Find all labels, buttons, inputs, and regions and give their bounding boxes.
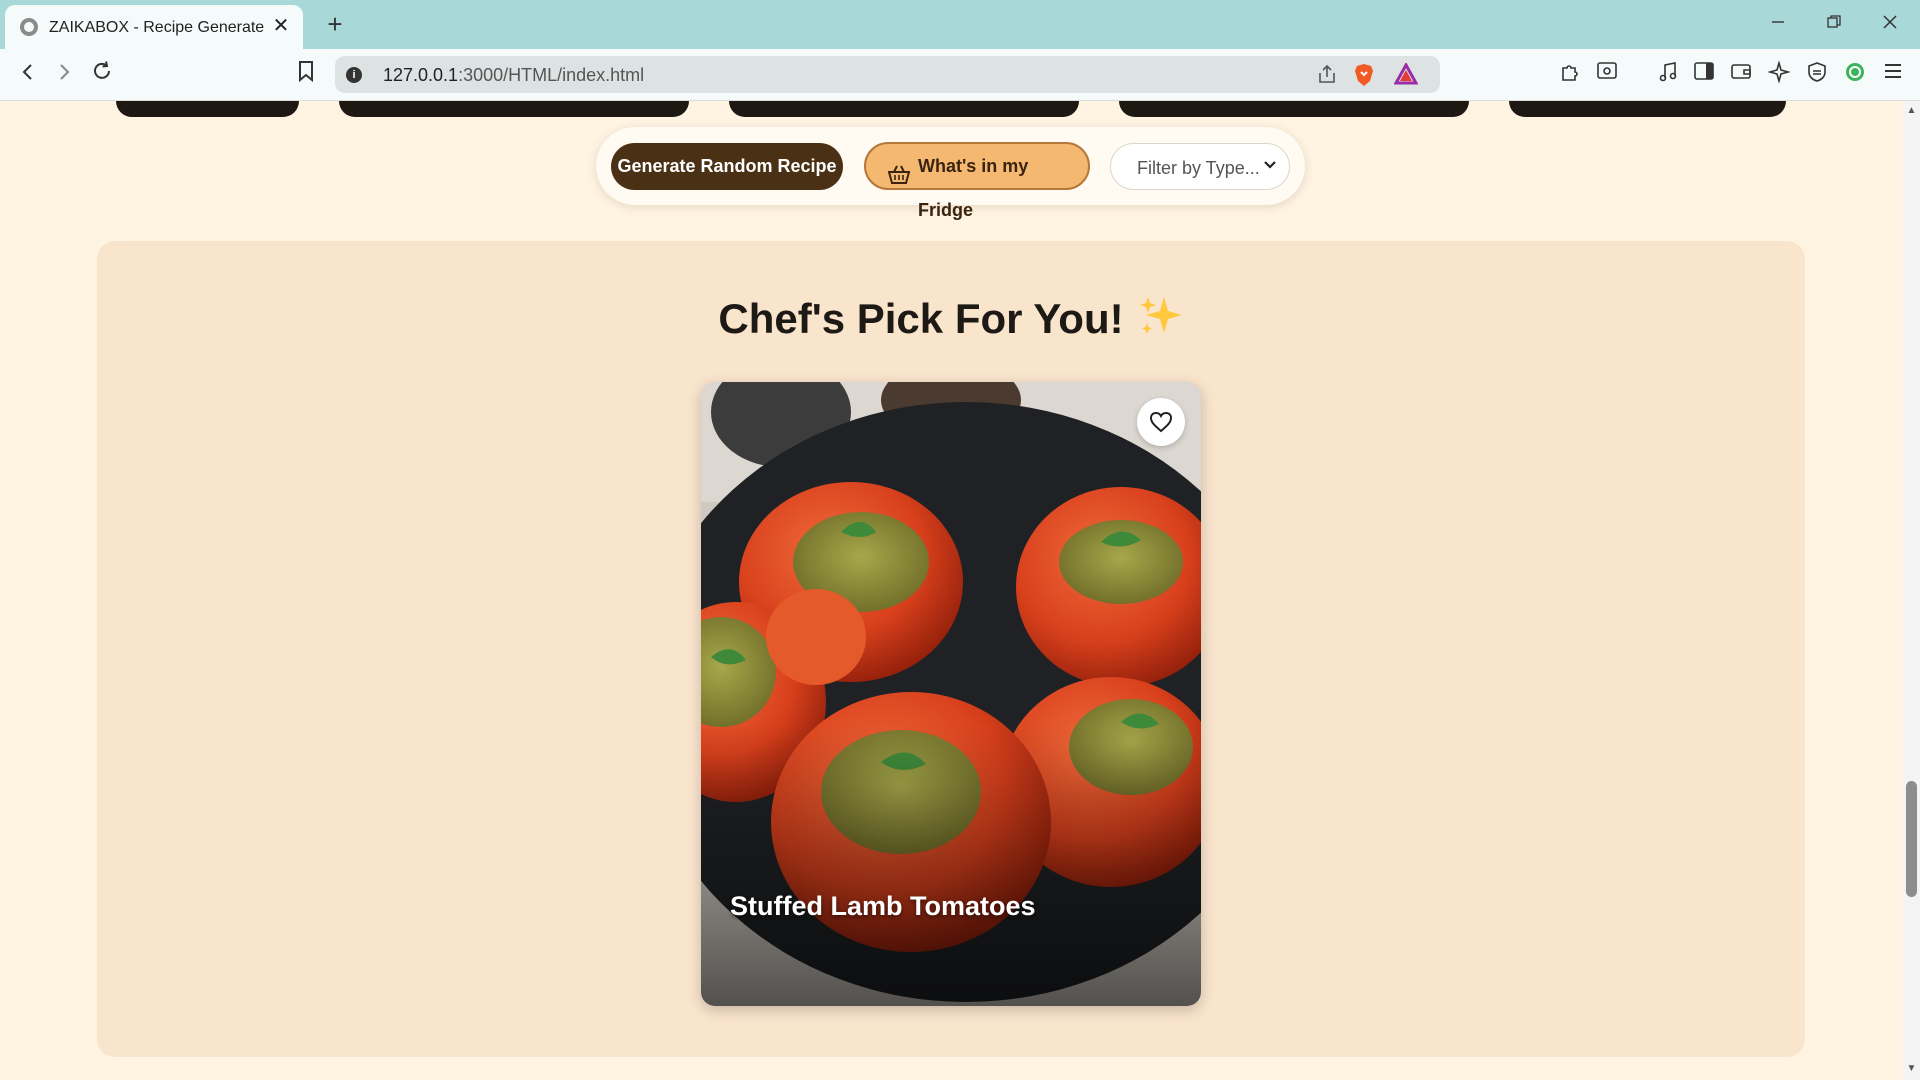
recipe-strip-card[interactable] (339, 101, 689, 117)
music-icon[interactable] (1654, 61, 1682, 89)
bookmark-icon[interactable] (290, 59, 322, 91)
url-host: 127.0.0.1 (383, 65, 459, 85)
url-text: 127.0.0.1:3000/HTML/index.html (383, 65, 644, 86)
scrollbar-thumb[interactable] (1906, 781, 1917, 897)
tab-title: ZAIKABOX - Recipe Generate (49, 19, 265, 36)
browser-tab[interactable]: ZAIKABOX - Recipe Generate ✕ (5, 5, 303, 49)
chevron-down-icon (1263, 158, 1277, 177)
forward-icon[interactable] (48, 59, 80, 91)
extensions-icon[interactable] (1556, 61, 1584, 89)
recipe-strip-card[interactable] (1119, 101, 1469, 117)
menu-icon[interactable] (1879, 61, 1907, 89)
address-bar[interactable]: i 127.0.0.1:3000/HTML/index.html (335, 56, 1440, 93)
back-icon[interactable] (12, 59, 44, 91)
rewards-icon[interactable] (1393, 61, 1419, 87)
chefs-pick-section: Chef's Pick For You! Stuffed Lamb Tomato… (97, 241, 1805, 1057)
scroll-down-icon[interactable]: ▼ (1906, 1063, 1917, 1075)
sparkle-icon (1138, 293, 1184, 349)
recipe-controls: Generate Random Recipe What's in my Frid… (596, 127, 1305, 220)
recipe-strip-card[interactable] (729, 101, 1079, 117)
browser-toolbar: i 127.0.0.1:3000/HTML/index.html (0, 49, 1920, 101)
profile-icon[interactable] (1841, 61, 1869, 89)
recipe-card[interactable]: Stuffed Lamb Tomatoes (701, 382, 1201, 1006)
brave-shield-icon[interactable] (1352, 63, 1376, 87)
sidebar-icon[interactable] (1690, 61, 1718, 89)
page-scrollbar[interactable]: ▲ ▼ (1903, 101, 1920, 1080)
restore-icon[interactable] (1814, 9, 1854, 39)
recipe-strip-card[interactable] (116, 101, 299, 117)
favorite-button[interactable] (1137, 398, 1185, 446)
tab-close-icon[interactable]: ✕ (269, 14, 293, 38)
heart-icon (1149, 411, 1173, 433)
globe-icon (20, 18, 38, 36)
leo-icon[interactable] (1765, 60, 1793, 89)
reader-icon[interactable] (1593, 61, 1621, 89)
wallet-icon[interactable] (1727, 61, 1755, 89)
reload-icon[interactable] (86, 59, 118, 91)
filter-by-type-select[interactable]: Filter by Type... (1110, 143, 1290, 190)
whats-in-my-fridge-button[interactable]: What's in my Fridge (864, 142, 1090, 220)
recipe-title: Stuffed Lamb Tomatoes (730, 891, 1036, 921)
basket-icon (887, 157, 911, 201)
generate-random-recipe-button[interactable]: Generate Random Recipe (611, 143, 843, 190)
browser-tabbar: ZAIKABOX - Recipe Generate ✕ + (0, 0, 1920, 49)
info-icon[interactable]: i (346, 67, 362, 83)
section-title: Chef's Pick For You! (718, 295, 1124, 342)
recipe-strip-card[interactable] (1509, 101, 1786, 117)
section-heading: Chef's Pick For You! (97, 293, 1805, 349)
minimize-icon[interactable] (1758, 9, 1798, 39)
fridge-button-label: What's in my Fridge (918, 156, 1029, 220)
page-viewport: Generate Random Recipe What's in my Frid… (0, 101, 1903, 1080)
filter-placeholder: Filter by Type... (1137, 158, 1260, 178)
vpn-icon[interactable] (1803, 61, 1831, 89)
url-path: :3000/HTML/index.html (458, 65, 645, 85)
close-window-icon[interactable] (1870, 9, 1910, 39)
new-tab-button[interactable]: + (320, 9, 350, 39)
share-icon[interactable] (1315, 63, 1339, 87)
scroll-up-icon[interactable]: ▲ (1906, 105, 1917, 117)
